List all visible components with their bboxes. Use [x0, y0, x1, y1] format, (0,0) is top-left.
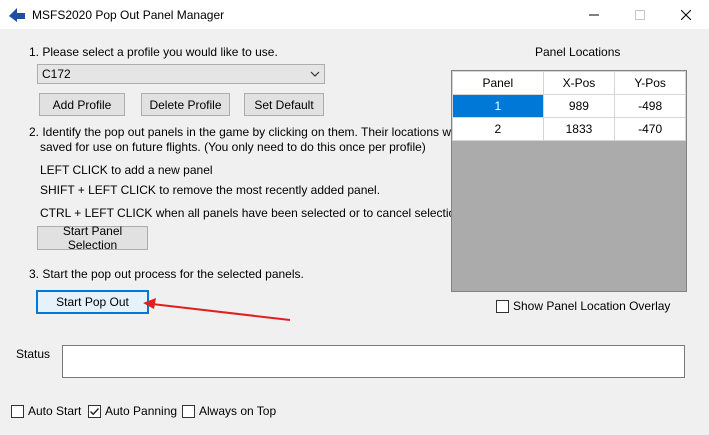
annotation-arrow	[143, 298, 291, 321]
table-header-row: Panel X-Pos Y-Pos	[452, 71, 686, 95]
always-on-top-checkbox[interactable]	[182, 405, 195, 418]
add-profile-button[interactable]: Add Profile	[39, 93, 125, 116]
profile-step-label: 1. Please select a profile you would lik…	[29, 45, 278, 59]
table-row[interactable]: 1 989 -498	[452, 94, 686, 118]
profile-select-value: C172	[42, 67, 71, 81]
start-panel-selection-button[interactable]: Start Panel Selection	[37, 224, 148, 252]
column-header-panel[interactable]: Panel	[452, 71, 544, 95]
panel-locations-title: Panel Locations	[535, 45, 621, 59]
table-cell-panel[interactable]: 1	[452, 94, 544, 118]
chevron-down-icon	[310, 71, 320, 77]
overlay-label[interactable]: Show Panel Location Overlay	[513, 299, 670, 313]
identify-step-label-line1: 2. Identify the pop out panels in the ga…	[29, 125, 476, 139]
close-button[interactable]	[663, 0, 709, 30]
maximize-icon	[635, 10, 645, 20]
auto-panning-checkbox[interactable]	[88, 405, 101, 418]
window-title: MSFS2020 Pop Out Panel Manager	[32, 8, 225, 22]
always-on-top-label[interactable]: Always on Top	[199, 404, 276, 418]
identify-step-label-line2: saved for use on future flights. (You on…	[40, 140, 426, 154]
auto-panning-label[interactable]: Auto Panning	[105, 404, 177, 418]
table-cell-x-pos[interactable]: 1833	[542, 117, 616, 141]
title-bar: MSFS2020 Pop Out Panel Manager	[0, 0, 709, 30]
table-cell-panel[interactable]: 2	[452, 117, 544, 141]
delete-profile-button[interactable]: Delete Profile	[141, 93, 230, 116]
set-default-button[interactable]: Set Default	[244, 93, 324, 116]
table-cell-y-pos[interactable]: -498	[614, 94, 686, 118]
main-content: 1. Please select a profile you would lik…	[0, 30, 709, 435]
start-pop-out-button[interactable]: Start Pop Out	[36, 290, 149, 314]
maximize-button[interactable]	[617, 0, 663, 30]
column-header-x-pos[interactable]: X-Pos	[542, 71, 616, 95]
table-row[interactable]: 2 1833 -470	[452, 117, 686, 141]
app-icon	[9, 8, 25, 22]
instruction-shift-click: SHIFT + LEFT CLICK to remove the most re…	[40, 183, 381, 197]
status-label: Status	[16, 347, 51, 361]
checkmark-icon	[90, 408, 100, 416]
status-field[interactable]	[62, 345, 685, 378]
table-cell-y-pos[interactable]: -470	[614, 117, 686, 141]
minimize-button[interactable]	[571, 0, 617, 30]
profile-select[interactable]: C172	[37, 64, 325, 84]
panel-locations-grid[interactable]: Panel X-Pos Y-Pos 1 989 -498 2 1833 -470	[451, 70, 687, 292]
auto-start-label[interactable]: Auto Start	[28, 404, 81, 418]
minimize-icon	[589, 14, 599, 16]
instruction-ctrl-click: CTRL + LEFT CLICK when all panels have b…	[40, 206, 466, 220]
auto-start-checkbox[interactable]	[11, 405, 24, 418]
panel-locations-table: Panel X-Pos Y-Pos 1 989 -498 2 1833 -470	[452, 71, 686, 141]
overlay-checkbox[interactable]	[496, 300, 509, 313]
column-header-y-pos[interactable]: Y-Pos	[614, 71, 686, 95]
table-cell-x-pos[interactable]: 989	[542, 94, 616, 118]
close-icon	[681, 10, 691, 20]
instruction-left-click: LEFT CLICK to add a new panel	[40, 163, 213, 177]
popout-step-label: 3. Start the pop out process for the sel…	[29, 267, 304, 281]
